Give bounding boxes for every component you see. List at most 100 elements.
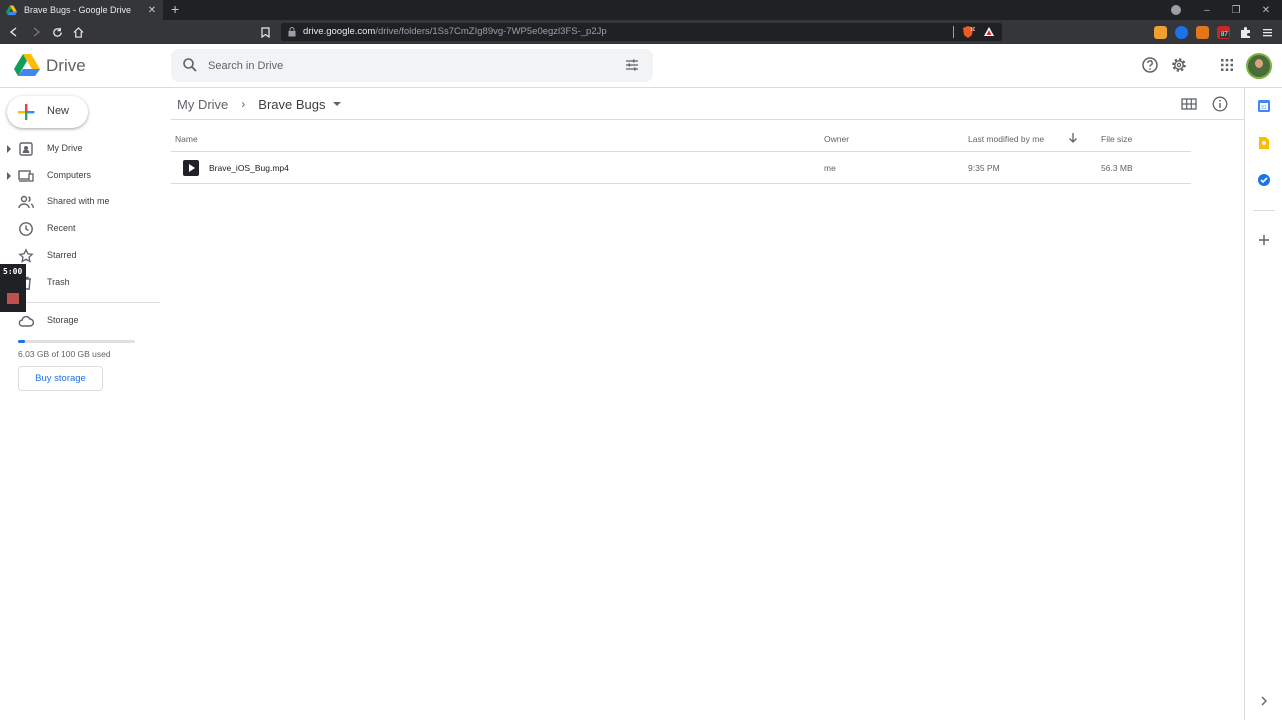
sort-descending-icon[interactable] — [1067, 132, 1079, 144]
sidebar-item-shared-with-me[interactable]: Shared with me — [0, 189, 160, 215]
browser-tab[interactable]: Brave Bugs - Google Drive ✕ — [0, 0, 163, 20]
column-name[interactable]: Name — [175, 134, 198, 144]
breadcrumb-my-drive[interactable]: My Drive — [177, 97, 228, 112]
grid-view-icon[interactable] — [1180, 95, 1198, 113]
brave-shields-icon[interactable]: 10 — [961, 25, 975, 39]
url-host: drive.google.com — [303, 26, 376, 37]
my-drive-icon — [19, 142, 33, 156]
sidebar-item-my-drive[interactable]: My Drive — [0, 136, 160, 162]
search-icon[interactable] — [182, 57, 198, 73]
file-size: 56.3 MB — [1101, 163, 1133, 173]
drive-header: Drive — [0, 44, 1282, 88]
sidebar-item-label: Computers — [47, 170, 92, 180]
search-input[interactable] — [208, 56, 608, 75]
sidebar-item-label: My Drive — [47, 143, 83, 153]
side-panel: 31 — [1244, 88, 1282, 720]
minimize-icon[interactable]: – — [1192, 0, 1222, 20]
sidebar-item-label: Starred — [47, 250, 77, 260]
home-icon[interactable] — [70, 24, 86, 40]
url-text: drive.google.com/drive/folders/1Ss7CmZIg… — [303, 26, 607, 37]
calendar-icon[interactable]: 31 — [1257, 99, 1271, 113]
storage-quota-fill — [18, 340, 26, 343]
add-addon-plus-icon[interactable] — [1257, 233, 1271, 247]
timer-text: 5:00 — [3, 267, 23, 276]
video-file-icon — [183, 160, 199, 176]
star-icon — [18, 248, 34, 263]
storage-quota-bar — [18, 340, 135, 343]
brave-rewards-icon[interactable] — [982, 25, 996, 39]
svg-text:10: 10 — [970, 27, 975, 33]
extension-fox-icon[interactable] — [1196, 26, 1209, 39]
breadcrumb: My Drive › Brave Bugs — [177, 95, 342, 113]
extension-badge-count: 87 — [1220, 32, 1229, 38]
reload-icon[interactable] — [49, 24, 65, 40]
settings-gear-icon[interactable] — [1170, 56, 1188, 74]
storage-label: Storage — [47, 315, 79, 325]
expand-panel-chevron-icon[interactable] — [1257, 694, 1271, 708]
lock-icon — [288, 27, 296, 37]
drive-brand[interactable]: Drive — [46, 56, 86, 76]
extensions-puzzle-icon[interactable] — [1239, 26, 1252, 39]
table-row[interactable]: Brave_iOS_Bug.mp4 me 9:35 PM 56.3 MB — [171, 152, 1191, 184]
new-button-label: New — [47, 105, 70, 117]
expand-arrow-icon[interactable] — [7, 145, 11, 153]
url-separator — [953, 26, 954, 38]
tab-close-icon[interactable]: ✕ — [147, 5, 157, 16]
help-icon[interactable] — [1141, 56, 1159, 74]
forward-icon[interactable] — [28, 24, 44, 40]
tasks-icon[interactable] — [1257, 173, 1271, 187]
drive-favicon-icon — [6, 4, 17, 15]
search-options-icon[interactable] — [624, 57, 640, 73]
file-list-header: Name Owner Last modified by me File size — [171, 124, 1191, 152]
clock-icon — [19, 222, 33, 236]
folder-dropdown-icon[interactable] — [333, 102, 342, 106]
sidebar-item-label: Recent — [47, 223, 76, 233]
search-box[interactable] — [171, 49, 653, 82]
tab-title: Brave Bugs - Google Drive — [24, 5, 132, 15]
address-bar[interactable]: drive.google.com/drive/folders/1Ss7CmZIg… — [281, 23, 1002, 41]
file-modified: 9:35 PM — [968, 163, 1000, 173]
window-close-icon[interactable]: ✕ — [1251, 0, 1281, 20]
side-panel-divider — [1253, 210, 1275, 211]
storage-quota-text: 6.03 GB of 100 GB used — [18, 349, 111, 359]
buy-storage-button[interactable]: Buy storage — [18, 366, 103, 391]
recording-timer-overlay: 5:00 — [0, 264, 26, 312]
column-owner[interactable]: Owner — [824, 134, 849, 144]
account-avatar[interactable] — [1246, 53, 1272, 79]
svg-text:31: 31 — [1261, 105, 1267, 111]
cloud-icon — [18, 315, 34, 327]
shared-icon — [18, 195, 34, 209]
browser-profile-icon[interactable] — [1171, 5, 1181, 15]
breadcrumb-current-folder[interactable]: Brave Bugs — [258, 97, 325, 112]
column-file-size[interactable]: File size — [1101, 134, 1132, 144]
new-tab-button[interactable]: + — [171, 2, 179, 16]
back-icon[interactable] — [6, 24, 22, 40]
sidebar-item-computers[interactable]: Computers — [0, 163, 160, 189]
stop-recording-icon[interactable] — [7, 293, 19, 304]
info-icon[interactable] — [1211, 95, 1229, 113]
breadcrumb-chevron-icon: › — [241, 97, 246, 111]
drive-logo-icon[interactable] — [14, 54, 40, 77]
url-path: /drive/folders/1Ss7CmZIg89vg-7WP5e0egzl3… — [375, 26, 607, 37]
new-button[interactable]: New — [7, 96, 88, 128]
sidebar-item-label: Trash — [47, 277, 70, 287]
restore-icon[interactable]: ❐ — [1221, 0, 1251, 20]
sidebar-item-label: Shared with me — [47, 196, 110, 206]
computers-icon — [18, 170, 34, 182]
keep-icon[interactable] — [1257, 136, 1271, 150]
file-owner: me — [824, 163, 836, 173]
file-name[interactable]: Brave_iOS_Bug.mp4 — [209, 163, 289, 173]
expand-arrow-icon[interactable] — [7, 172, 11, 180]
new-plus-icon — [18, 104, 35, 120]
main-header-divider — [171, 119, 1244, 120]
sidebar-item-recent[interactable]: Recent — [0, 216, 160, 242]
column-last-modified[interactable]: Last modified by me — [968, 134, 1044, 144]
browser-menu-icon[interactable] — [1262, 26, 1273, 39]
avatar-face — [1255, 59, 1263, 68]
browser-tabstrip: Brave Bugs - Google Drive ✕ + – ❐ ✕ — [0, 0, 1282, 20]
extension-badge-icon[interactable]: 87 — [1217, 26, 1230, 39]
bookmark-icon[interactable] — [257, 24, 273, 40]
extension-circle-icon[interactable] — [1175, 26, 1188, 39]
extension-lion-icon[interactable] — [1154, 26, 1167, 39]
apps-grid-icon[interactable] — [1218, 56, 1236, 74]
